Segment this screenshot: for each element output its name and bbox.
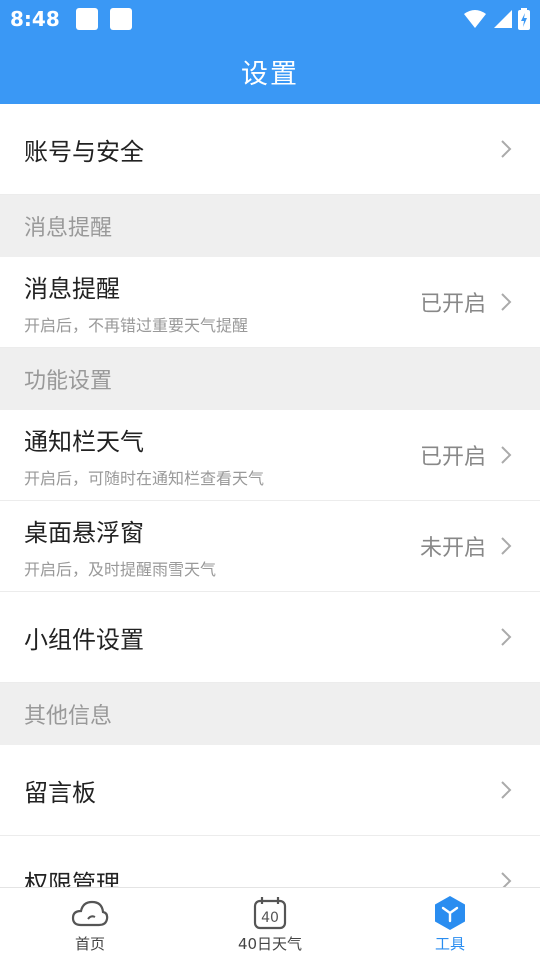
section-header-other: 其他信息	[0, 683, 540, 745]
tab-tools-label: 工具	[434, 934, 465, 953]
chevron-right-icon	[501, 628, 512, 646]
floating-window-subtitle: 开启后，及时提醒雨雪天气	[24, 559, 217, 579]
account-security-title: 账号与安全	[24, 137, 144, 166]
message-board-row[interactable]: 留言板	[0, 745, 540, 836]
page-title: 设置	[241, 58, 299, 90]
tools-cube-icon	[435, 895, 465, 930]
notification-square-icon	[75, 8, 98, 30]
svg-text:40: 40	[261, 910, 279, 926]
tab-40-day-weather-label: 40日天气	[237, 934, 303, 953]
floating-window-status: 未开启	[419, 536, 486, 561]
chevron-right-icon	[501, 781, 512, 799]
chevron-right-icon	[501, 537, 512, 555]
message-reminder-title: 消息提醒	[24, 274, 120, 303]
notification-weather-status: 已开启	[419, 445, 486, 470]
app-header: 设置	[0, 38, 540, 104]
tab-40-day-weather[interactable]: 40 40日天气	[180, 888, 360, 960]
status-icons	[464, 8, 530, 30]
bottom-navigation: 首页 40 40日天气 工具	[0, 887, 540, 960]
calendar-40-icon: 40	[253, 896, 287, 929]
account-security-row[interactable]: 账号与安全	[0, 104, 540, 195]
floating-window-row[interactable]: 桌面悬浮窗 开启后，及时提醒雨雪天气 未开启	[0, 501, 540, 592]
notification-weather-row[interactable]: 通知栏天气 开启后，可随时在通知栏查看天气 已开启	[0, 410, 540, 501]
status-time: 8:48	[10, 7, 60, 31]
tab-home-label: 首页	[74, 934, 105, 953]
wifi-icon	[464, 10, 486, 28]
message-reminder-subtitle: 开启后，不再错过重要天气提醒	[24, 315, 249, 335]
signal-icon	[494, 10, 512, 28]
message-board-title: 留言板	[24, 778, 96, 807]
chevron-right-icon	[501, 446, 512, 464]
chevron-right-icon	[501, 872, 512, 887]
status-bar: 8:48	[0, 0, 540, 38]
permission-management-row[interactable]: 权限管理	[0, 836, 540, 887]
tab-tools[interactable]: 工具	[360, 888, 540, 960]
tab-home[interactable]: 首页	[0, 888, 180, 960]
widget-settings-row[interactable]: 小组件设置	[0, 592, 540, 683]
widget-settings-title: 小组件设置	[24, 625, 144, 654]
section-header-message: 消息提醒	[0, 195, 540, 257]
settings-list: 账号与安全 消息提醒 消息提醒 开启后，不再错过重要天气提醒 已开启 功能设置 …	[0, 104, 540, 887]
battery-icon	[518, 8, 530, 30]
chevron-right-icon	[501, 140, 512, 158]
permission-management-title: 权限管理	[24, 869, 120, 888]
cloud-icon	[71, 900, 109, 926]
notification-weather-title: 通知栏天气	[24, 427, 144, 456]
notification-weather-subtitle: 开启后，可随时在通知栏查看天气	[24, 468, 265, 488]
settings-screen: 8:48 设置 账号与安全 消息提醒 消息提醒 开启后，不再错过重要天气提醒 已…	[0, 0, 540, 960]
message-reminder-row[interactable]: 消息提醒 开启后，不再错过重要天气提醒 已开启	[0, 257, 540, 348]
message-reminder-status: 已开启	[419, 292, 486, 317]
floating-window-title: 桌面悬浮窗	[24, 518, 144, 547]
chevron-right-icon	[501, 293, 512, 311]
section-header-function: 功能设置	[0, 348, 540, 410]
notification-square-icon	[109, 8, 132, 30]
